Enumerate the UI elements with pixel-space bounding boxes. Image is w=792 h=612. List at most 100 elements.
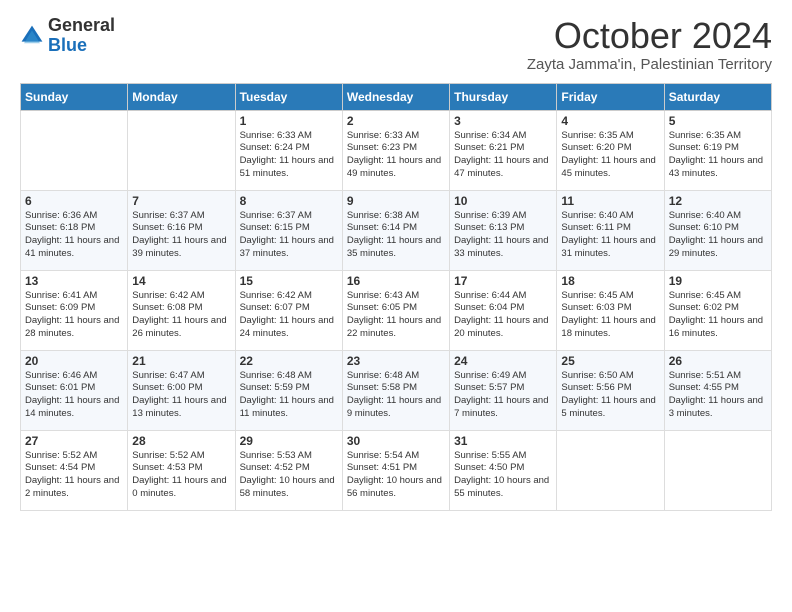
day-info: Sunrise: 6:33 AM Sunset: 6:23 PM Dayligh…: [347, 130, 445, 181]
day-info: Sunrise: 6:41 AM Sunset: 6:09 PM Dayligh…: [25, 290, 123, 341]
calendar-header-row: Sunday Monday Tuesday Wednesday Thursday…: [21, 83, 772, 110]
calendar-cell: 29 Sunrise: 5:53 AM Sunset: 4:52 PM Dayli…: [235, 430, 342, 510]
col-wednesday: Wednesday: [342, 83, 449, 110]
calendar-cell: 19Sunrise: 6:45 AM Sunset: 6:02 PM Dayli…: [664, 270, 771, 350]
col-monday: Monday: [128, 83, 235, 110]
calendar-week-3: 13 Sunrise: 6:41 AM Sunset: 6:09 PM Dayli…: [21, 270, 772, 350]
day-info: Sunrise: 6:48 AM Sunset: 5:58 PM Dayligh…: [347, 370, 445, 421]
col-thursday: Thursday: [450, 83, 557, 110]
day-number: 27: [25, 434, 123, 448]
day-number: 19: [669, 274, 767, 288]
title-section: October 2024 Zayta Jamma'in, Palestinian…: [527, 16, 772, 73]
day-number: 21: [132, 354, 230, 368]
day-info: Sunrise: 6:42 AM Sunset: 6:07 PM Dayligh…: [240, 290, 338, 341]
header: General Blue October 2024 Zayta Jamma'in…: [20, 16, 772, 73]
day-info: Sunrise: 6:50 AM Sunset: 5:56 PM Dayligh…: [561, 370, 659, 421]
calendar-cell: 22Sunrise: 6:48 AM Sunset: 5:59 PM Dayli…: [235, 350, 342, 430]
calendar-cell: 25 Sunrise: 6:50 AM Sunset: 5:56 PM Dayli…: [557, 350, 664, 430]
month-title: October 2024: [527, 16, 772, 56]
day-number: 10: [454, 194, 552, 208]
day-info: Sunrise: 6:44 AM Sunset: 6:04 PM Dayligh…: [454, 290, 552, 341]
logo-blue-text: Blue: [48, 35, 87, 55]
day-info: Sunrise: 6:48 AM Sunset: 5:59 PM Dayligh…: [240, 370, 338, 421]
calendar-cell: 23 Sunrise: 6:48 AM Sunset: 5:58 PM Dayli…: [342, 350, 449, 430]
calendar-cell: 20Sunrise: 6:46 AM Sunset: 6:01 PM Dayli…: [21, 350, 128, 430]
day-number: 29: [240, 434, 338, 448]
day-number: 23: [347, 354, 445, 368]
calendar-cell: 28 Sunrise: 5:52 AM Sunset: 4:53 PM Dayli…: [128, 430, 235, 510]
day-number: 6: [25, 194, 123, 208]
day-info: Sunrise: 5:51 AM Sunset: 4:55 PM Dayligh…: [669, 370, 767, 421]
calendar-cell: 31Sunrise: 5:55 AM Sunset: 4:50 PM Dayli…: [450, 430, 557, 510]
day-number: 15: [240, 274, 338, 288]
calendar-cell: 15 Sunrise: 6:42 AM Sunset: 6:07 PM Dayli…: [235, 270, 342, 350]
col-sunday: Sunday: [21, 83, 128, 110]
calendar-cell: 27Sunrise: 5:52 AM Sunset: 4:54 PM Dayli…: [21, 430, 128, 510]
day-number: 20: [25, 354, 123, 368]
day-info: Sunrise: 6:35 AM Sunset: 6:20 PM Dayligh…: [561, 130, 659, 181]
calendar-cell: 26 Sunrise: 5:51 AM Sunset: 4:55 PM Dayli…: [664, 350, 771, 430]
day-info: Sunrise: 5:53 AM Sunset: 4:52 PM Dayligh…: [240, 450, 338, 501]
calendar-cell: 3Sunrise: 6:34 AM Sunset: 6:21 PM Daylig…: [450, 110, 557, 190]
calendar-cell: 21Sunrise: 6:47 AM Sunset: 6:00 PM Dayli…: [128, 350, 235, 430]
day-info: Sunrise: 6:39 AM Sunset: 6:13 PM Dayligh…: [454, 210, 552, 261]
logo: General Blue: [20, 16, 115, 56]
calendar-cell: 12 Sunrise: 6:40 AM Sunset: 6:10 PM Dayli…: [664, 190, 771, 270]
page: General Blue October 2024 Zayta Jamma'in…: [0, 0, 792, 612]
col-friday: Friday: [557, 83, 664, 110]
day-number: 9: [347, 194, 445, 208]
day-number: 30: [347, 434, 445, 448]
day-number: 14: [132, 274, 230, 288]
day-number: 13: [25, 274, 123, 288]
day-info: Sunrise: 6:37 AM Sunset: 6:15 PM Dayligh…: [240, 210, 338, 261]
day-number: 24: [454, 354, 552, 368]
day-number: 4: [561, 114, 659, 128]
day-info: Sunrise: 6:42 AM Sunset: 6:08 PM Dayligh…: [132, 290, 230, 341]
calendar-cell: 18 Sunrise: 6:45 AM Sunset: 6:03 PM Dayli…: [557, 270, 664, 350]
day-info: Sunrise: 6:38 AM Sunset: 6:14 PM Dayligh…: [347, 210, 445, 261]
calendar-week-1: 1Sunrise: 6:33 AM Sunset: 6:24 PM Daylig…: [21, 110, 772, 190]
calendar-cell: 24 Sunrise: 6:49 AM Sunset: 5:57 PM Dayli…: [450, 350, 557, 430]
calendar-cell: 13 Sunrise: 6:41 AM Sunset: 6:09 PM Dayli…: [21, 270, 128, 350]
day-number: 26: [669, 354, 767, 368]
calendar-cell: 5Sunrise: 6:35 AM Sunset: 6:19 PM Daylig…: [664, 110, 771, 190]
calendar-cell: 11Sunrise: 6:40 AM Sunset: 6:11 PM Dayli…: [557, 190, 664, 270]
day-info: Sunrise: 6:43 AM Sunset: 6:05 PM Dayligh…: [347, 290, 445, 341]
day-info: Sunrise: 5:55 AM Sunset: 4:50 PM Dayligh…: [454, 450, 552, 501]
calendar-cell: 17 Sunrise: 6:44 AM Sunset: 6:04 PM Dayli…: [450, 270, 557, 350]
calendar-cell: 16Sunrise: 6:43 AM Sunset: 6:05 PM Dayli…: [342, 270, 449, 350]
calendar-cell: [557, 430, 664, 510]
day-number: 28: [132, 434, 230, 448]
calendar-week-2: 6 Sunrise: 6:36 AM Sunset: 6:18 PM Daylig…: [21, 190, 772, 270]
day-number: 2: [347, 114, 445, 128]
calendar-cell: 7Sunrise: 6:37 AM Sunset: 6:16 PM Daylig…: [128, 190, 235, 270]
calendar-cell: 6 Sunrise: 6:36 AM Sunset: 6:18 PM Daylig…: [21, 190, 128, 270]
day-number: 18: [561, 274, 659, 288]
location-subtitle: Zayta Jamma'in, Palestinian Territory: [527, 56, 772, 73]
day-info: Sunrise: 6:37 AM Sunset: 6:16 PM Dayligh…: [132, 210, 230, 261]
calendar-cell: 8Sunrise: 6:37 AM Sunset: 6:15 PM Daylig…: [235, 190, 342, 270]
calendar-cell: 30 Sunrise: 5:54 AM Sunset: 4:51 PM Dayli…: [342, 430, 449, 510]
day-number: 12: [669, 194, 767, 208]
day-info: Sunrise: 6:45 AM Sunset: 6:03 PM Dayligh…: [561, 290, 659, 341]
day-info: Sunrise: 5:54 AM Sunset: 4:51 PM Dayligh…: [347, 450, 445, 501]
calendar-cell: [128, 110, 235, 190]
day-number: 5: [669, 114, 767, 128]
logo-icon: [20, 24, 44, 48]
day-info: Sunrise: 6:36 AM Sunset: 6:18 PM Dayligh…: [25, 210, 123, 261]
day-info: Sunrise: 6:34 AM Sunset: 6:21 PM Dayligh…: [454, 130, 552, 181]
day-info: Sunrise: 5:52 AM Sunset: 4:53 PM Dayligh…: [132, 450, 230, 501]
calendar-week-4: 20Sunrise: 6:46 AM Sunset: 6:01 PM Dayli…: [21, 350, 772, 430]
day-number: 17: [454, 274, 552, 288]
calendar-cell: 10 Sunrise: 6:39 AM Sunset: 6:13 PM Dayli…: [450, 190, 557, 270]
calendar-cell: 4 Sunrise: 6:35 AM Sunset: 6:20 PM Daylig…: [557, 110, 664, 190]
calendar-cell: 14 Sunrise: 6:42 AM Sunset: 6:08 PM Dayli…: [128, 270, 235, 350]
day-number: 1: [240, 114, 338, 128]
day-info: Sunrise: 6:49 AM Sunset: 5:57 PM Dayligh…: [454, 370, 552, 421]
day-number: 25: [561, 354, 659, 368]
day-info: Sunrise: 6:40 AM Sunset: 6:10 PM Dayligh…: [669, 210, 767, 261]
calendar-cell: [21, 110, 128, 190]
calendar-cell: 2 Sunrise: 6:33 AM Sunset: 6:23 PM Daylig…: [342, 110, 449, 190]
logo-general-text: General: [48, 15, 115, 35]
col-tuesday: Tuesday: [235, 83, 342, 110]
